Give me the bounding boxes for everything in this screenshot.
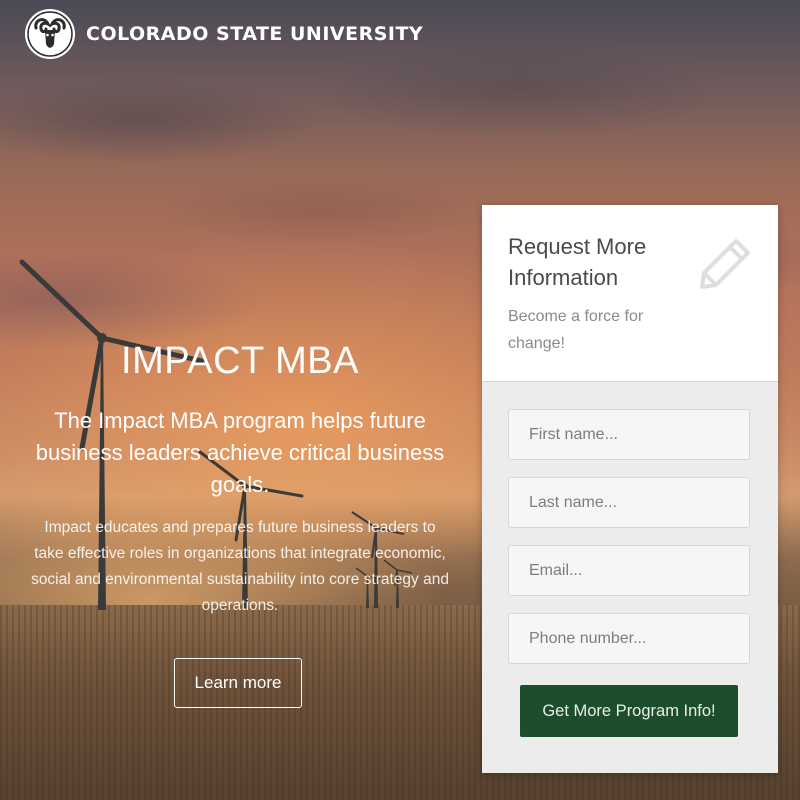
hero-title: IMPACT MBA <box>20 340 460 383</box>
turbine-blade <box>19 259 105 341</box>
hero-subtitle: The Impact MBA program helps future busi… <box>20 405 460 501</box>
learn-more-button[interactable]: Learn more <box>174 658 302 708</box>
last-name-field[interactable] <box>508 477 750 528</box>
get-program-info-button[interactable]: Get More Program Info! <box>520 685 738 737</box>
panel-header: Request More Information Become a force … <box>482 205 778 382</box>
hero-title-strong: IMPACT <box>121 340 265 382</box>
request-info-panel: Request More Information Become a force … <box>482 205 778 773</box>
hero-subtitle-pre: The <box>54 408 99 433</box>
first-name-field[interactable] <box>508 409 750 460</box>
ram-head-icon <box>25 9 75 59</box>
pencil-icon <box>700 239 750 289</box>
hero-section: IMPACT MBA The Impact MBA program helps … <box>20 340 460 619</box>
panel-title: Request More Information <box>508 234 647 290</box>
email-field[interactable] <box>508 545 750 596</box>
panel-tagline: Become a force for change! <box>508 308 644 352</box>
university-logo[interactable]: COLORADO STATE UNIVERSITY <box>24 8 423 60</box>
phone-number-field[interactable] <box>508 613 750 664</box>
hero-title-rest: MBA <box>264 340 359 382</box>
hero-description: Impact educates and prepares future busi… <box>31 519 449 614</box>
hero-subtitle-emphasis: Impact <box>98 408 165 433</box>
university-name: COLORADO STATE UNIVERSITY <box>86 23 424 45</box>
landing-page: COLORADO STATE UNIVERSITY IMPACT MBA The… <box>0 0 800 800</box>
